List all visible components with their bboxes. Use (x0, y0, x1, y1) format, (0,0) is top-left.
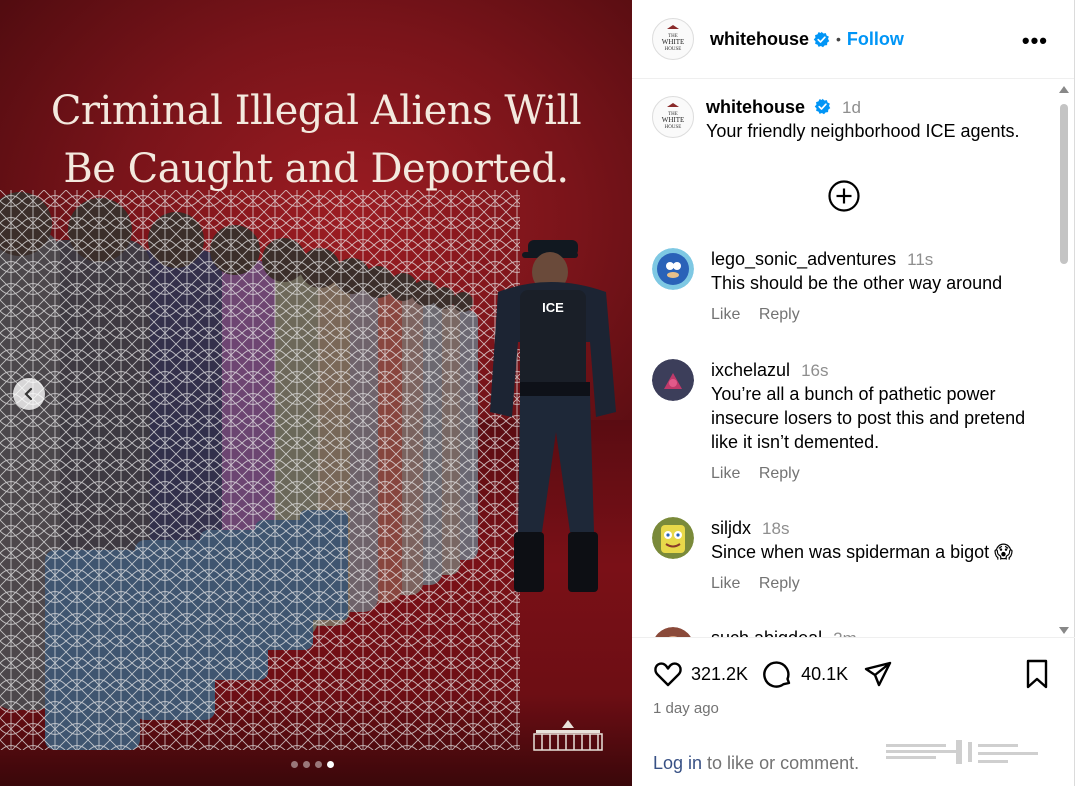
follow-button[interactable]: Follow (847, 29, 904, 50)
avatar-text-bot: HOUSE (665, 125, 682, 130)
like-count: 321.2K (691, 663, 749, 684)
post-sidebar: THE WHITE HOUSE whitehouse • Follow ••• … (632, 0, 1075, 786)
comment-time: 16s (801, 361, 829, 380)
carousel-dot (303, 761, 310, 768)
avatar-text-mid: WHITE (662, 38, 685, 46)
paper-plane-icon (864, 661, 892, 687)
avatar[interactable] (652, 248, 694, 290)
comments-scrollbar[interactable] (1059, 86, 1069, 634)
caption-text: Your friendly neighborhood ICE agents. (706, 121, 1020, 141)
verified-badge-icon (813, 31, 830, 47)
headline-line-1: Criminal Illegal Aliens Will (50, 88, 582, 134)
heart-icon (654, 662, 682, 687)
avatar-text-mid: WHITE (662, 116, 685, 124)
user-avatar-icon (652, 359, 694, 401)
comment-time: 18s (762, 519, 790, 538)
bookmark-icon (1026, 659, 1048, 689)
post-actions: 321.2K 40.1K (652, 654, 1052, 694)
white-house-avatar-icon: THE WHITE HOUSE (662, 25, 685, 52)
scrollbar-thumb[interactable] (1060, 104, 1068, 264)
comment-time: 11s (907, 250, 934, 269)
carousel-dot (291, 761, 298, 768)
comment-username[interactable]: ixchelazul (711, 360, 790, 380)
comments-panel[interactable]: THE WHITE HOUSE whitehouse 1d Your frien… (632, 80, 1075, 638)
comment-username[interactable]: such.abigdeal (711, 628, 822, 637)
comment-time: 2m (833, 629, 857, 637)
vest-label: ICE (542, 300, 564, 315)
reply-comment-button[interactable]: Reply (759, 306, 800, 323)
post-caption: THE WHITE HOUSE whitehouse 1d Your frien… (652, 96, 1020, 143)
comment-text: This should be the other way around (711, 273, 1003, 293)
post-timestamp: 1 day ago (653, 700, 719, 717)
avatar[interactable]: THE WHITE HOUSE (652, 18, 694, 60)
login-prompt-text: to like or comment. (702, 753, 860, 773)
avatar-text-bot: HOUSE (665, 47, 682, 52)
like-comment-button[interactable]: Like (711, 575, 740, 592)
chevron-left-icon (24, 387, 33, 401)
header-separator: • (836, 31, 841, 47)
more-options-button[interactable]: ••• (1022, 28, 1048, 54)
white-house-avatar-icon: THE WHITE HOUSE (662, 103, 685, 130)
ice-officer-illustration: ICE (490, 240, 616, 592)
white-house-logo (533, 720, 603, 751)
comment-item: such.abigdeal 2m (652, 627, 1041, 637)
watermark-logo (886, 740, 1038, 764)
comment-item: ixchelazul 16s You’re all a bunch of pat… (652, 359, 1041, 483)
comment-bubble-icon (763, 661, 791, 688)
sonic-avatar-icon (652, 248, 694, 290)
comment-item: lego_sonic_adventures 11s This should be… (652, 248, 1041, 324)
login-prompt: Log in to like or comment. (653, 753, 859, 774)
comment-username[interactable]: siljdx (711, 518, 751, 538)
caption-avatar[interactable]: THE WHITE HOUSE (652, 96, 694, 138)
login-link[interactable]: Log in (653, 753, 702, 773)
spongebob-avatar-icon (652, 517, 694, 559)
post-headline: Criminal Illegal Aliens Will Be Caught a… (0, 82, 632, 198)
carousel-prev-button[interactable] (13, 378, 45, 410)
save-button[interactable] (1022, 658, 1052, 695)
like-comment-button[interactable]: Like (711, 306, 740, 323)
comment-count: 40.1K (801, 663, 849, 684)
detained-figures-illustration (0, 190, 520, 750)
comment-item: siljdx 18s Since when was spiderman a bi… (652, 517, 1041, 593)
caption-time: 1d (842, 98, 861, 117)
comment-text: Since when was spiderman a bigot 😱 (711, 542, 1013, 562)
avatar[interactable] (652, 359, 694, 401)
scroll-up-arrow-icon[interactable] (1059, 86, 1069, 93)
comment-username[interactable]: lego_sonic_adventures (711, 249, 896, 269)
like-button[interactable]: 321.2K (652, 658, 762, 690)
caption-username[interactable]: whitehouse (706, 97, 805, 117)
verified-badge-icon (814, 98, 831, 115)
comment-button[interactable]: 40.1K (762, 658, 862, 690)
reply-comment-button[interactable]: Reply (759, 575, 800, 592)
avatar[interactable] (652, 627, 694, 637)
carousel-indicator (291, 761, 334, 768)
carousel-dot-active (327, 761, 334, 768)
post-image: Criminal Illegal Aliens Will Be Caught a… (0, 0, 632, 786)
avatar[interactable] (652, 517, 694, 559)
scroll-down-arrow-icon[interactable] (1059, 627, 1069, 634)
comment-text: You’re all a bunch of pathetic power ins… (711, 384, 1026, 452)
header-username[interactable]: whitehouse (710, 29, 809, 50)
share-button[interactable] (862, 658, 894, 690)
user-avatar-icon (655, 627, 691, 637)
carousel-dot (315, 761, 322, 768)
reply-comment-button[interactable]: Reply (759, 465, 800, 482)
load-more-comments-icon[interactable] (827, 179, 861, 213)
like-comment-button[interactable]: Like (711, 465, 740, 482)
post-header: THE WHITE HOUSE whitehouse • Follow ••• (632, 0, 1074, 79)
